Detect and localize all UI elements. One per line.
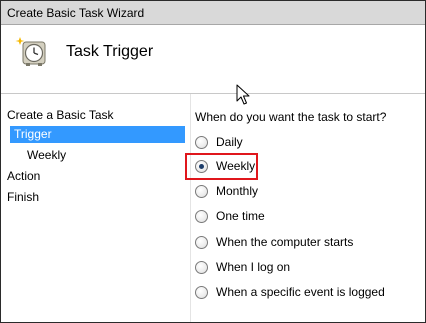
radio-label: When a specific event is logged bbox=[216, 285, 385, 299]
clock-task-icon bbox=[15, 37, 46, 66]
radio-option-daily[interactable]: Daily bbox=[195, 133, 243, 151]
radio-button[interactable] bbox=[195, 260, 208, 274]
title-bar[interactable]: Create Basic Task Wizard bbox=[1, 1, 425, 25]
window-title: Create Basic Task Wizard bbox=[7, 5, 145, 20]
radio-label: Daily bbox=[216, 135, 243, 149]
radio-button[interactable] bbox=[195, 235, 208, 249]
radio-option-log-on[interactable]: When I log on bbox=[195, 258, 290, 276]
step-weekly[interactable]: Weekly bbox=[27, 147, 66, 164]
radio-option-monthly[interactable]: Monthly bbox=[195, 182, 258, 200]
radio-option-weekly[interactable]: Weekly bbox=[195, 157, 255, 175]
radio-button[interactable] bbox=[195, 285, 208, 299]
radio-button[interactable] bbox=[195, 135, 208, 149]
radio-label: Weekly bbox=[216, 159, 256, 173]
radio-button[interactable] bbox=[195, 209, 208, 223]
radio-label: When I log on bbox=[216, 260, 291, 274]
radio-label: One time bbox=[216, 209, 265, 223]
radio-button-selected[interactable] bbox=[195, 159, 208, 173]
step-create-basic-task[interactable]: Create a Basic Task bbox=[7, 107, 114, 124]
trigger-question: When do you want the task to start? bbox=[195, 110, 387, 124]
radio-label: Monthly bbox=[216, 184, 259, 198]
page-title: Task Trigger bbox=[66, 43, 154, 60]
step-action[interactable]: Action bbox=[7, 168, 40, 185]
wizard-steps-sidebar: Create a Basic Task Trigger Weekly Actio… bbox=[1, 94, 191, 322]
radio-label: When the computer starts bbox=[216, 235, 354, 249]
mouse-pointer-icon bbox=[236, 84, 250, 105]
radio-button[interactable] bbox=[195, 184, 208, 198]
trigger-options-panel: When do you want the task to start? Dail… bbox=[191, 94, 425, 322]
wizard-window: Create Basic Task Wizard Task Trigger Cr… bbox=[0, 0, 426, 323]
step-trigger[interactable]: Trigger bbox=[10, 126, 185, 143]
radio-option-event-logged[interactable]: When a specific event is logged bbox=[195, 283, 385, 301]
radio-option-computer-starts[interactable]: When the computer starts bbox=[195, 233, 353, 251]
step-finish[interactable]: Finish bbox=[7, 189, 39, 206]
wizard-header: Task Trigger bbox=[1, 26, 425, 93]
radio-option-one-time[interactable]: One time bbox=[195, 207, 265, 225]
